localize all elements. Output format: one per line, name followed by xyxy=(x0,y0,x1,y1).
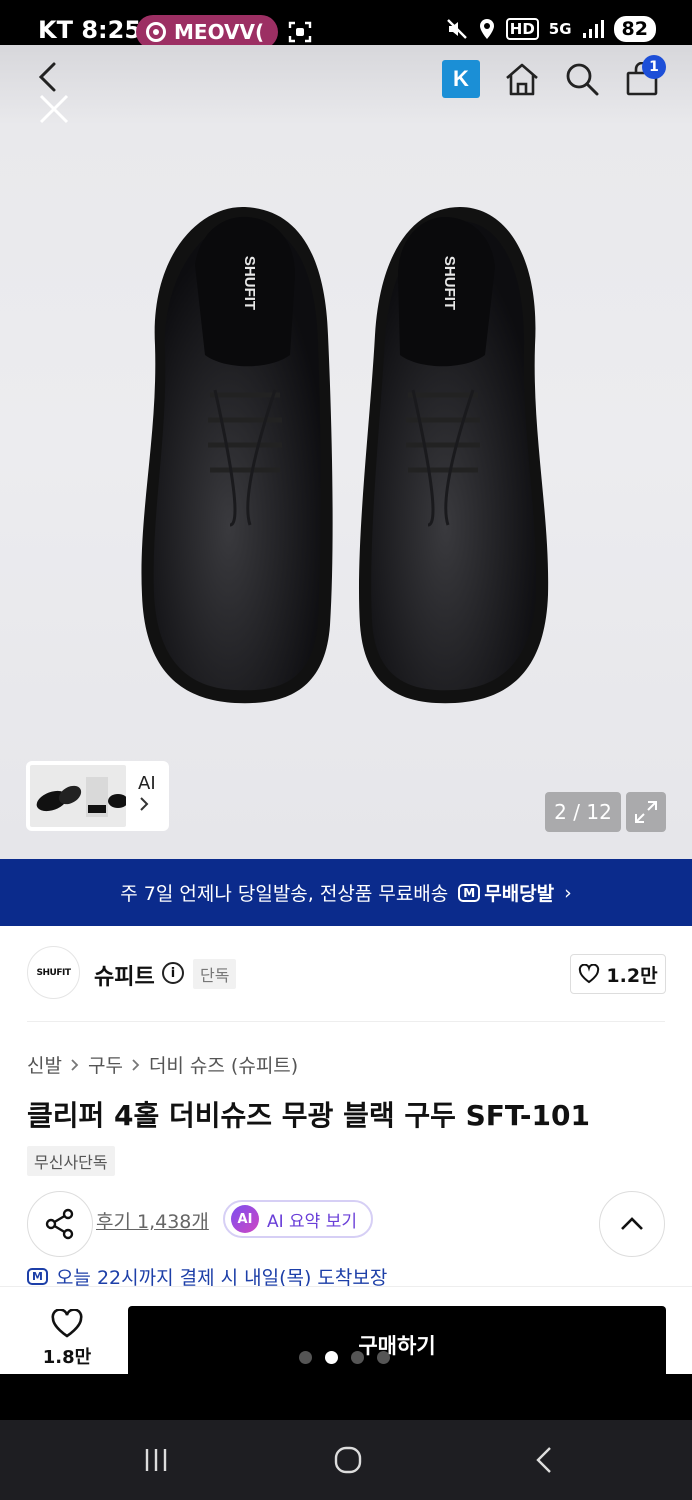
delivery-text: 오늘 22시까지 결제 시 내일(목) 도착보장 xyxy=(55,1266,388,1287)
hd-indicator: HD xyxy=(505,18,539,40)
page-indicator-dots xyxy=(299,1351,390,1364)
brand-like-count: 1.2만 xyxy=(606,964,658,987)
breadcrumb-chevron-icon xyxy=(71,1058,79,1071)
image-pager: 2 / 12 xyxy=(545,792,621,832)
ai-icon: AI xyxy=(231,1205,259,1233)
purchase-action-bar: 1.8만 구매하기 xyxy=(0,1286,692,1375)
search-button[interactable] xyxy=(562,59,602,99)
back-chevron-icon xyxy=(536,1447,551,1473)
media-label: MEOVV( xyxy=(174,20,265,44)
musinsa-exclusive-tag: 무신사단독 xyxy=(27,1146,115,1176)
brand-name-link[interactable]: 슈피트 xyxy=(94,959,155,991)
badge-label: 무배당발 xyxy=(484,883,555,905)
chevron-right-icon xyxy=(140,797,149,811)
exclusive-brand-tag: 단독 xyxy=(193,959,237,989)
back-arrow-icon xyxy=(38,62,56,92)
product-info-section: SHUFIT 슈피트 i 단독 1.2만 신발 구두 더비 슈즈 (슈피트) 클… xyxy=(0,926,692,1286)
musinsa-delivery-icon: M xyxy=(458,883,481,902)
thumbnail-image xyxy=(30,765,126,827)
ai-thumb-label: AI xyxy=(132,773,156,819)
cart-count-badge: 1 xyxy=(642,55,666,79)
page-dot xyxy=(299,1351,312,1364)
close-icon xyxy=(39,94,69,124)
media-playing-pill[interactable]: MEOVV( xyxy=(136,15,278,49)
product-photo: SHUFIT SHUFIT xyxy=(141,206,549,704)
wishlist-button[interactable]: 1.8만 xyxy=(28,1309,106,1369)
share-button[interactable] xyxy=(27,1191,93,1257)
ai-summary-label: AI 요약 보기 xyxy=(267,1211,358,1232)
delivery-icon: M xyxy=(27,1267,48,1285)
home-icon xyxy=(506,63,538,96)
heart-icon xyxy=(579,964,600,984)
heart-icon xyxy=(51,1309,83,1338)
media-icon xyxy=(146,22,166,42)
wish-count: 1.8만 xyxy=(42,1347,92,1368)
bottom-spacer xyxy=(0,1374,692,1420)
banner-chevron-icon: › xyxy=(564,881,572,904)
scroll-to-top-button[interactable] xyxy=(599,1191,665,1257)
screen-capture-icon xyxy=(288,21,312,43)
top-navigation: K 1 xyxy=(0,45,692,125)
delivery-banner[interactable]: 주 7일 언제나 당일발송, 전상품 무료배송 M 무배당발 › xyxy=(0,859,692,926)
breadcrumb-item[interactable]: 신발 xyxy=(27,1051,62,1078)
brand-info-icon[interactable]: i xyxy=(162,962,184,984)
home-button[interactable] xyxy=(502,59,542,99)
expand-icon xyxy=(635,801,657,823)
ai-thumbnail-viewer[interactable]: AI xyxy=(26,761,169,831)
system-navigation-bar xyxy=(0,1420,692,1500)
close-button[interactable] xyxy=(36,91,72,127)
free-shipping-badge: M 무배당발 xyxy=(458,879,554,906)
ai-label: AI xyxy=(138,773,156,794)
home-circle-icon xyxy=(334,1446,362,1474)
insole-brand-left: SHUFIT xyxy=(241,256,258,310)
review-count-link[interactable]: 후기 1,438개 xyxy=(96,1207,209,1234)
ai-summary-button[interactable]: AI AI 요약 보기 xyxy=(223,1200,374,1238)
breadcrumb: 신발 구두 더비 슈즈 (슈피트) xyxy=(27,1051,298,1078)
back-button[interactable] xyxy=(30,59,66,95)
location-icon xyxy=(479,19,494,39)
product-image-gallery[interactable]: K 1 SHUFIT SHUFIT AI 2 / 12 xyxy=(0,45,692,860)
breadcrumb-item[interactable]: 구두 xyxy=(88,1051,123,1078)
status-carrier-time: KT 8:25 xyxy=(38,16,141,44)
chevron-up-icon xyxy=(621,1217,643,1230)
status-icons: HD 5G 82 xyxy=(446,16,656,42)
system-back-button[interactable] xyxy=(524,1442,564,1478)
delivery-guarantee: M 오늘 22시까지 결제 시 내일(목) 도착보장 xyxy=(27,1266,387,1286)
page-dot xyxy=(377,1351,390,1364)
search-icon xyxy=(566,63,599,96)
breadcrumb-chevron-icon xyxy=(132,1058,140,1071)
clock: 8:25 xyxy=(81,16,142,44)
carrier-label: KT xyxy=(38,16,73,44)
product-title: 클리퍼 4홀 더비슈즈 무광 블랙 구두 SFT-101 xyxy=(27,1099,590,1132)
insole-brand-right: SHUFIT xyxy=(441,256,458,310)
breadcrumb-item[interactable]: 더비 슈즈 (슈피트) xyxy=(149,1051,298,1078)
brand-logo[interactable]: SHUFIT xyxy=(27,946,80,999)
page-dot xyxy=(351,1351,364,1364)
expand-button[interactable] xyxy=(626,792,666,832)
recent-apps-icon xyxy=(145,1449,167,1471)
mute-icon xyxy=(446,19,467,39)
k-badge-button[interactable]: K xyxy=(442,60,480,98)
page-dot-active xyxy=(325,1351,338,1364)
share-icon xyxy=(45,1208,74,1240)
signal-icon xyxy=(582,20,604,38)
network-indicator: 5G xyxy=(548,20,572,38)
home-system-button[interactable] xyxy=(328,1442,368,1478)
buy-button[interactable]: 구매하기 xyxy=(128,1306,666,1375)
recent-apps-button[interactable] xyxy=(136,1442,176,1478)
banner-text: 주 7일 언제나 당일발송, 전상품 무료배송 xyxy=(120,883,449,905)
divider xyxy=(27,1021,665,1022)
battery-indicator: 82 xyxy=(613,16,656,42)
brand-like-button[interactable]: 1.2만 xyxy=(570,954,666,994)
